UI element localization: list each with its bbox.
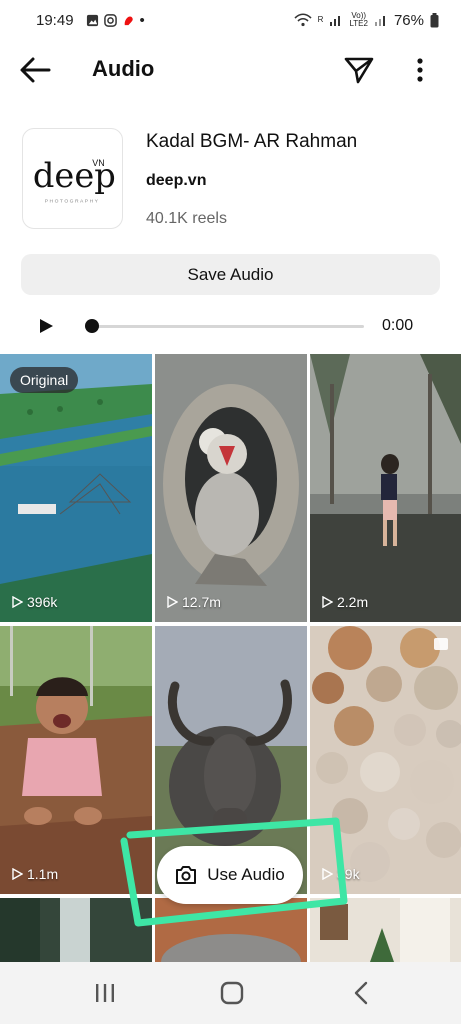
view-count-text: 396k: [27, 594, 58, 610]
playback-time: 0:00: [382, 317, 414, 334]
logo-sup: VN: [92, 158, 104, 168]
save-audio-button[interactable]: Save Audio: [21, 254, 440, 295]
plates-thumbnail: [310, 626, 461, 894]
play-outline-icon: [322, 868, 333, 880]
reel-tile[interactable]: [0, 898, 152, 962]
audio-player: 0:00: [0, 310, 461, 342]
reel-tile[interactable]: 39k: [310, 626, 461, 894]
reel-tile[interactable]: Original 396k: [0, 354, 152, 622]
status-dot: •: [139, 11, 145, 29]
original-badge: Original: [10, 367, 79, 393]
system-nav-bar: [0, 962, 461, 1024]
view-count-text: 39k: [337, 866, 360, 882]
view-count-text: 12.7m: [182, 594, 221, 610]
album-art[interactable]: deep VN PHOTOGRAPHY: [22, 128, 123, 229]
view-count: 39k: [321, 866, 360, 882]
reel-tile[interactable]: 12.7m: [155, 354, 307, 622]
reel-tile[interactable]: [310, 898, 461, 962]
reel-tile[interactable]: [155, 898, 307, 962]
reel-tile[interactable]: 2.2m: [310, 354, 461, 622]
gallery-icon: [86, 14, 98, 26]
signal-bars-2-icon: [374, 16, 385, 26]
view-count: 12.7m: [166, 594, 221, 610]
app-bar: Audio: [0, 40, 461, 100]
aerial-nets-thumbnail: [0, 354, 152, 622]
interior-thumbnail: [310, 898, 461, 962]
use-audio-button[interactable]: Use Audio: [157, 846, 303, 904]
share-send-icon[interactable]: [343, 54, 375, 86]
page-title: Audio: [92, 56, 155, 81]
pot-thumbnail: [155, 898, 307, 962]
view-count-text: 2.2m: [337, 594, 369, 610]
home-icon[interactable]: [219, 980, 245, 1006]
reel-tile[interactable]: 1.1m: [0, 626, 152, 894]
waterfall-thumbnail: [0, 898, 152, 962]
camera-icon: [176, 866, 197, 884]
airtel-icon: [124, 16, 133, 25]
deep-vn-logo: deep VN PHOTOGRAPHY: [33, 155, 116, 204]
wifi-icon: [294, 13, 312, 27]
status-time: 19:49: [36, 11, 74, 29]
view-count-text: 1.1m: [27, 866, 59, 882]
lte-label: LTE2: [349, 19, 368, 28]
view-count: 1.1m: [11, 866, 58, 882]
play-icon[interactable]: [38, 318, 54, 334]
signal-r-label: R: [317, 15, 324, 24]
child-thumbnail: [0, 626, 152, 894]
progress-track[interactable]: [90, 325, 364, 328]
more-options-icon[interactable]: [409, 55, 431, 85]
battery-icon: [430, 12, 439, 27]
progress-knob[interactable]: [85, 319, 99, 333]
recent-apps-icon[interactable]: [92, 980, 118, 1006]
signal-bars-icon: [330, 16, 341, 26]
use-audio-label: Use Audio: [207, 865, 285, 884]
audio-header: deep VN PHOTOGRAPHY Kadal BGM- AR Rahman…: [0, 128, 461, 238]
view-count: 2.2m: [321, 594, 368, 610]
instagram-icon: [103, 13, 117, 27]
back-arrow-icon[interactable]: [18, 55, 52, 85]
logo-sub: PHOTOGRAPHY: [45, 198, 100, 204]
battery-percent: 76%: [393, 11, 424, 29]
owlet-thumbnail: [155, 354, 307, 622]
play-outline-icon: [12, 596, 23, 608]
play-outline-icon: [167, 596, 178, 608]
play-outline-icon: [322, 596, 333, 608]
view-count: 396k: [11, 594, 57, 610]
status-bar: 19:49 • R Vo)) LTE2 76%: [0, 0, 461, 40]
back-nav-icon[interactable]: [349, 980, 375, 1006]
misty-forest-thumbnail: [310, 354, 461, 622]
audio-artist-link[interactable]: deep.vn: [146, 172, 206, 190]
play-outline-icon: [12, 868, 23, 880]
reels-count: 40.1K reels: [146, 210, 227, 227]
audio-title: Kadal BGM- AR Rahman: [146, 131, 358, 152]
